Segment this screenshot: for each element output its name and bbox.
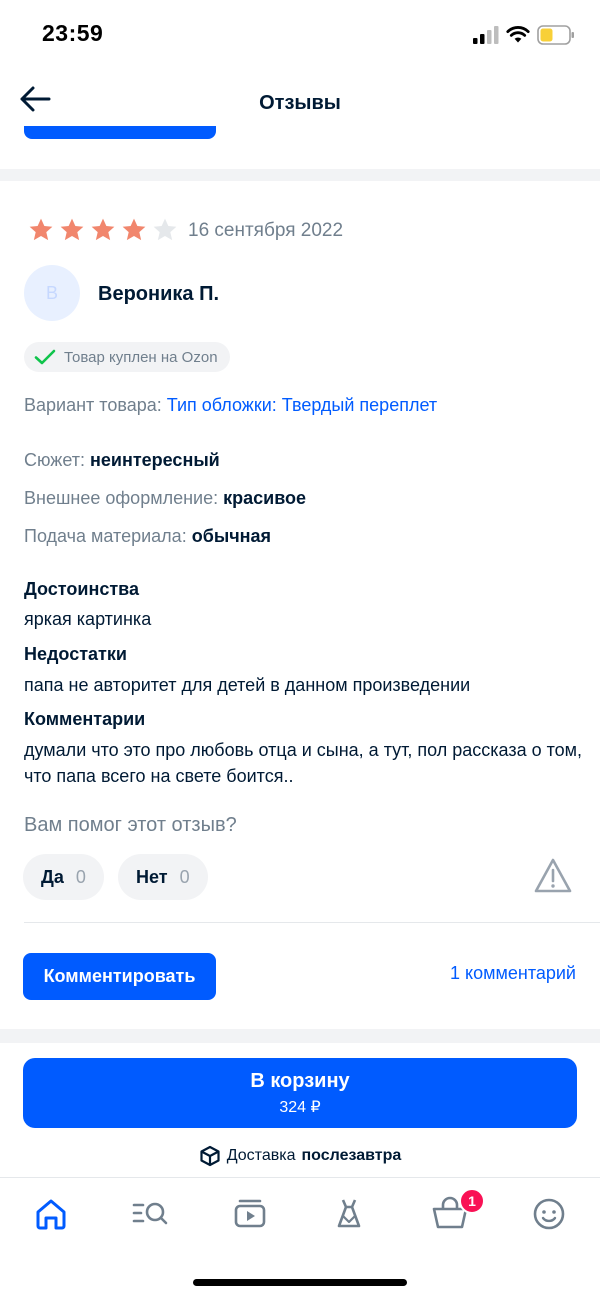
star-filled-icon: [91, 218, 115, 241]
vote-yes-label: Да: [41, 866, 64, 887]
section-divider: [0, 169, 600, 181]
home-indicator: [193, 1279, 407, 1286]
avatar-letter: В: [45, 282, 58, 303]
attribute-row: Подача материала: обычная: [24, 526, 271, 547]
package-box-icon: [200, 1145, 220, 1167]
review-date: 16 сентября 2022: [188, 220, 344, 241]
cons-title: Недостатки: [24, 644, 127, 664]
bought-on-ozon-badge: Товар куплен на Ozon: [24, 342, 230, 372]
cellular-signal-icon: [473, 26, 499, 44]
add-to-cart-label: В корзину: [250, 1070, 350, 1092]
divider: [24, 922, 600, 923]
rating-stars: [28, 217, 178, 243]
avatar: В: [24, 265, 80, 321]
star-filled-icon: [60, 218, 84, 241]
status-bar: 23:59: [0, 0, 600, 72]
report-warning-icon[interactable]: [533, 856, 573, 896]
attribute-value: красивое: [223, 488, 307, 508]
vote-no-count: 0: [179, 866, 190, 887]
attribute-label: Внешнее оформление:: [24, 488, 219, 508]
vote-no-button[interactable]: Нет 0: [118, 854, 208, 900]
add-to-cart-button[interactable]: В корзину 324 ₽: [23, 1058, 577, 1128]
vote-yes-count: 0: [75, 866, 86, 887]
delivery-prefix: Доставка: [226, 1147, 296, 1164]
pros-title: Достоинства: [24, 579, 139, 599]
cons-text: папа не авторитет для детей в данном про…: [24, 675, 471, 695]
catalog-search-icon[interactable]: [128, 1192, 172, 1236]
price: 324 ₽: [279, 1099, 321, 1116]
helpful-question: Вам помог этот отзыв?: [24, 814, 237, 836]
pros-text: яркая картинка: [24, 609, 152, 629]
star-filled-icon: [122, 218, 146, 241]
attribute-label: Сюжет:: [24, 450, 85, 470]
bought-badge-label: Товар куплен на Ozon: [64, 348, 218, 366]
product-variant: Вариант товара: Тип обложки: Твердый пер…: [24, 395, 437, 416]
variant-link[interactable]: Тип обложки: Твердый переплет: [167, 395, 437, 415]
delivery-when: послезавтра: [301, 1147, 402, 1164]
nav-header: Отзывы: [0, 72, 600, 134]
home-icon[interactable]: [29, 1192, 73, 1236]
star-empty-icon: [153, 218, 177, 241]
comment-text: думали что это про любовь отца и сына, а…: [24, 740, 583, 786]
comment-title: Комментарии: [24, 709, 146, 729]
checkmark-icon: [34, 349, 56, 365]
delivery-info: Доставка послезавтра: [0, 1145, 600, 1167]
variant-label: Вариант товара:: [24, 395, 162, 415]
status-time: 23:59: [42, 20, 104, 46]
vote-no-label: Нет: [136, 866, 168, 887]
profile-icon[interactable]: [527, 1192, 571, 1236]
wifi-icon: [506, 26, 530, 43]
section-divider: [0, 1029, 600, 1043]
battery-icon: [537, 25, 574, 45]
attribute-row: Внешнее оформление: красивое: [24, 488, 306, 509]
attribute-label: Подача материала:: [24, 526, 187, 546]
previous-button-edge[interactable]: [24, 126, 216, 139]
fresh-dress-icon[interactable]: [327, 1192, 371, 1236]
cart-count-badge: 1: [459, 1188, 485, 1214]
author-name: Вероника П.: [98, 283, 219, 305]
vote-yes-button[interactable]: Да 0: [23, 854, 104, 900]
video-icon[interactable]: [228, 1192, 272, 1236]
comment-button[interactable]: Комментировать: [23, 953, 216, 1000]
comments-count-link[interactable]: 1 комментарий: [450, 963, 576, 984]
star-filled-icon: [29, 218, 53, 241]
page-title: Отзывы: [259, 92, 341, 114]
attribute-value: обычная: [191, 526, 272, 546]
attribute-row: Сюжет: неинтересный: [24, 450, 220, 471]
tab-bar: 1: [0, 1177, 600, 1297]
attribute-value: неинтересный: [90, 450, 220, 470]
